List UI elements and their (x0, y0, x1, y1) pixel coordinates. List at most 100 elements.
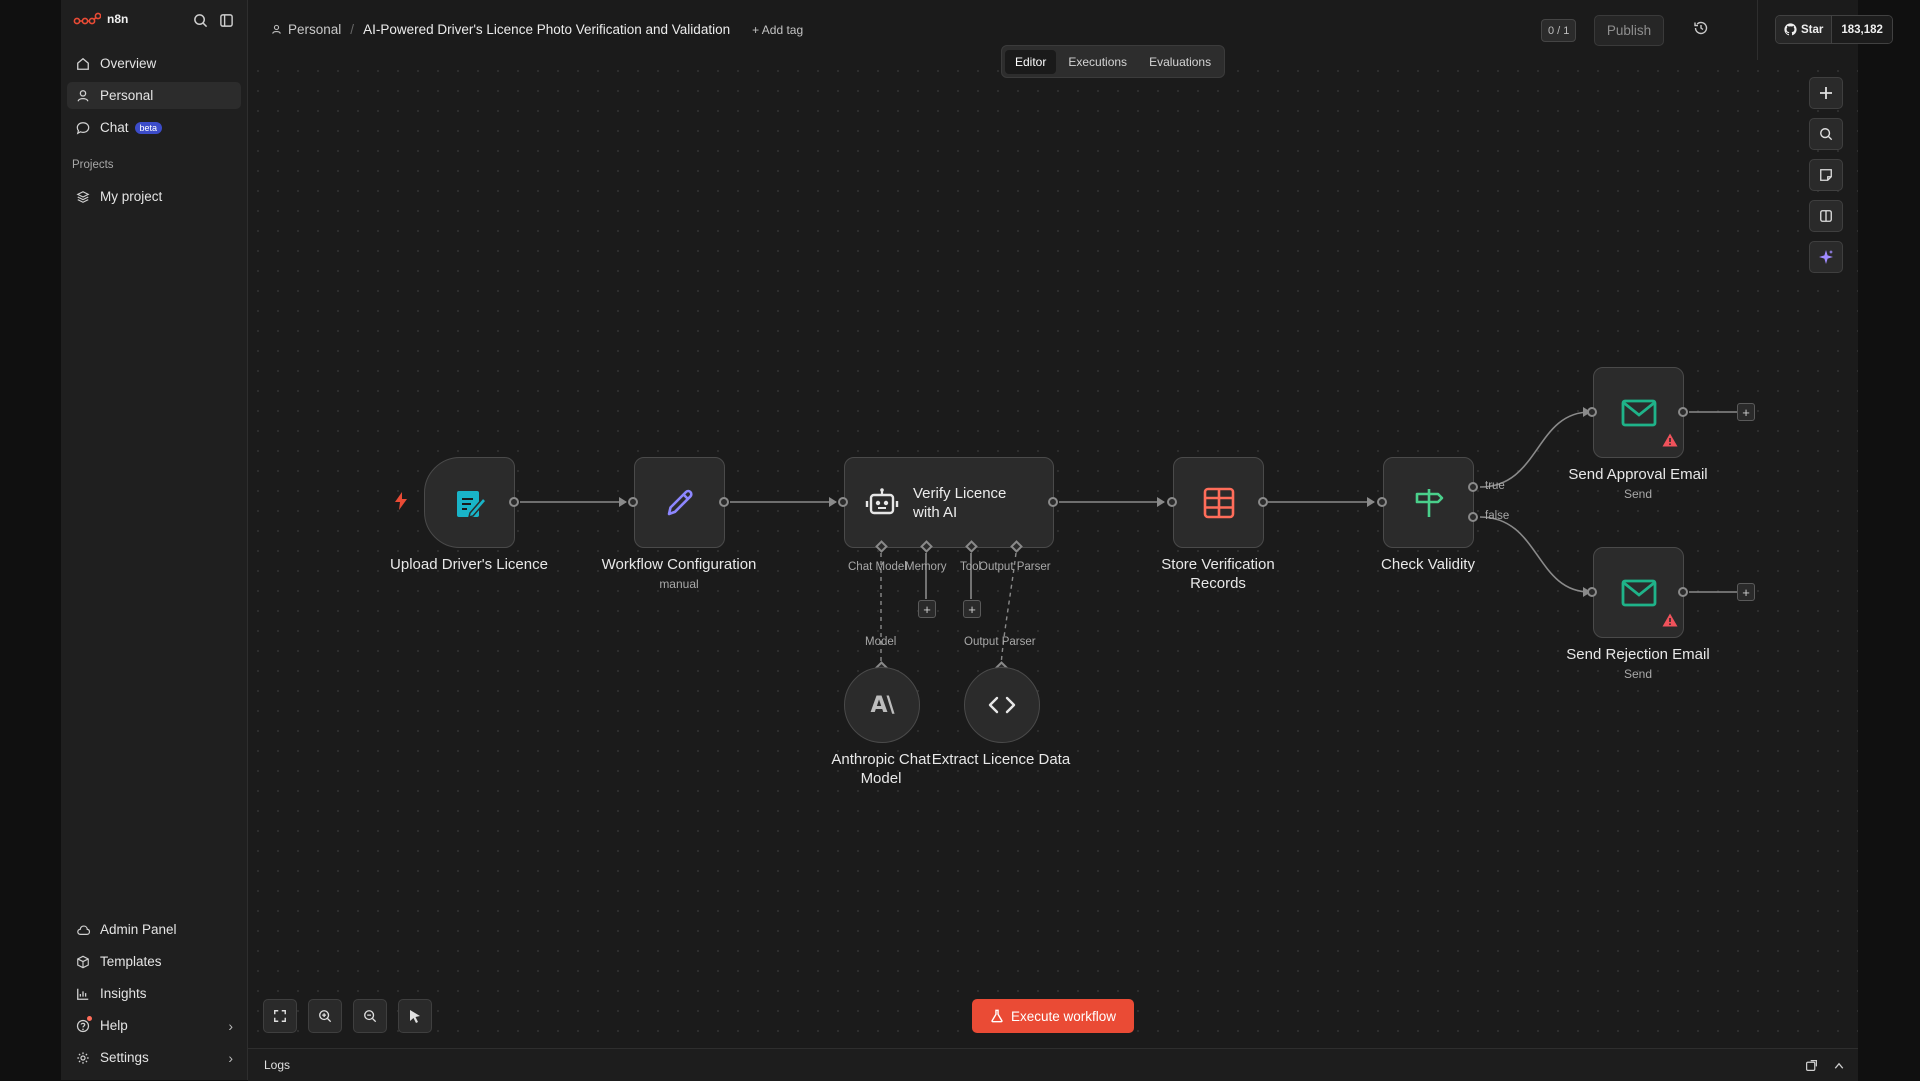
node-workflow-configuration[interactable] (634, 457, 725, 548)
output-port-true[interactable] (1468, 482, 1478, 492)
input-port[interactable] (838, 497, 848, 507)
toggle-panel-button[interactable] (1809, 200, 1843, 232)
sidebar-item-overview[interactable]: Overview (67, 50, 241, 77)
notification-dot (87, 1015, 92, 1021)
add-node-tool-button[interactable] (1809, 77, 1843, 109)
node-label-line2: Records (1190, 575, 1246, 592)
sidebar-item-label: Overview (100, 56, 157, 71)
execute-workflow-label: Execute workflow (1010, 1008, 1117, 1024)
sidebar: n8n Overview Personal Chat beta Projects… (61, 0, 248, 1080)
node-label: Store Verification Records (1118, 555, 1318, 593)
node-label-line2: with AI (913, 503, 958, 521)
output-port[interactable] (1678, 587, 1688, 597)
sidebar-item-personal[interactable]: Personal (67, 82, 241, 109)
fit-view-button[interactable] (263, 999, 297, 1033)
sub-port-label: Output Parser (964, 636, 1036, 648)
logs-label: Logs (264, 1058, 291, 1072)
warning-icon[interactable] (1662, 613, 1678, 627)
node-extract-licence-data[interactable] (964, 667, 1040, 743)
breadcrumb-separator: / (350, 22, 355, 37)
output-port[interactable] (719, 497, 729, 507)
sidebar-item-label: Admin Panel (100, 922, 177, 937)
sub-port-label: Output Parser (979, 561, 1051, 573)
history-icon[interactable] (1693, 20, 1709, 41)
add-node-button[interactable]: + (1737, 403, 1755, 421)
sidebar-item-chat[interactable]: Chat beta (67, 114, 241, 141)
sidebar-item-settings[interactable]: Settings › (67, 1044, 241, 1071)
sidebar-item-templates[interactable]: Templates (67, 948, 241, 975)
layers-icon (75, 189, 91, 205)
node-subtitle: manual (659, 577, 699, 591)
node-label-line1: Store Verification (1161, 556, 1275, 573)
output-port[interactable] (1678, 407, 1688, 417)
search-nodes-button[interactable] (1809, 118, 1843, 150)
add-tool-button[interactable]: + (963, 600, 981, 618)
trigger-bolt-icon (395, 492, 407, 510)
input-port[interactable] (1377, 497, 1387, 507)
zoom-out-button[interactable] (353, 999, 387, 1033)
publish-button[interactable]: Publish (1594, 15, 1664, 46)
sub-port-label: Memory (905, 561, 947, 573)
add-memory-button[interactable]: + (918, 600, 936, 618)
node-subtitle: Send (1623, 487, 1653, 501)
sidebar-item-insights[interactable]: Insights (67, 980, 241, 1007)
branch-label-true: true (1485, 480, 1505, 492)
output-port[interactable] (1048, 497, 1058, 507)
output-port[interactable] (509, 497, 519, 507)
workflow-name[interactable]: AI-Powered Driver's Licence Photo Verifi… (363, 22, 730, 37)
n8n-logo[interactable]: n8n (73, 12, 128, 26)
input-port[interactable] (628, 497, 638, 507)
search-icon[interactable] (191, 11, 209, 29)
warning-icon[interactable] (1662, 433, 1678, 447)
input-port[interactable] (1167, 497, 1177, 507)
execute-workflow-button[interactable]: Execute workflow (972, 999, 1134, 1033)
sidebar-item-my-project[interactable]: My project (67, 183, 241, 210)
input-port[interactable] (1587, 407, 1597, 417)
node-store-verification-records[interactable] (1173, 457, 1264, 548)
github-star[interactable]: Star (1776, 16, 1833, 43)
add-tag-button[interactable]: + Add tag (752, 23, 803, 37)
chevron-right-icon: › (228, 1049, 233, 1066)
table-icon (1203, 487, 1234, 518)
node-verify-licence-with-ai[interactable]: Verify Licence with AI (844, 457, 1054, 548)
chevron-up-icon[interactable] (1833, 1060, 1845, 1072)
node-upload-drivers-licence[interactable] (424, 457, 515, 548)
sidebar-item-admin-panel[interactable]: Admin Panel (67, 916, 241, 943)
sticky-note-button[interactable] (1809, 159, 1843, 191)
node-send-rejection-email[interactable] (1593, 547, 1684, 638)
zoom-in-button[interactable] (308, 999, 342, 1033)
pop-out-icon[interactable] (1805, 1059, 1818, 1072)
node-label: Workflow Configuration (601, 556, 757, 573)
help-icon (75, 1015, 92, 1034)
output-port[interactable] (1258, 497, 1268, 507)
input-port[interactable] (1587, 587, 1597, 597)
ai-assistant-button[interactable] (1809, 241, 1843, 273)
node-anthropic-chat-model[interactable]: A\ (844, 667, 920, 743)
tidy-up-button[interactable] (398, 999, 432, 1033)
node-send-approval-email[interactable] (1593, 367, 1684, 458)
fit-view-icon (274, 1010, 286, 1022)
sparkle-icon (1819, 250, 1833, 264)
breadcrumb-project[interactable]: Personal (288, 22, 341, 37)
projects-heading: Projects (72, 159, 114, 171)
tab-editor[interactable]: Editor (1005, 49, 1057, 74)
github-star-count[interactable]: 183,182 (1832, 16, 1892, 43)
node-label: Upload Driver's Licence (390, 556, 548, 573)
collapse-sidebar-icon[interactable] (217, 11, 235, 29)
node-subtitle: Send (1623, 667, 1653, 681)
gear-icon (75, 1050, 91, 1066)
node-label-line2: Model (860, 770, 902, 787)
node-label: Check Validity (1381, 556, 1475, 573)
tab-evaluations[interactable]: Evaluations (1139, 50, 1221, 74)
output-port-false[interactable] (1468, 512, 1478, 522)
tab-executions[interactable]: Executions (1058, 50, 1137, 74)
sidebar-item-help[interactable]: Help › (67, 1012, 241, 1039)
add-node-button[interactable]: + (1737, 583, 1755, 601)
github-star-button[interactable]: Star 183,182 (1775, 15, 1893, 44)
sub-port-label: Model (865, 636, 897, 648)
sidebar-item-label: Help (100, 1018, 128, 1033)
logs-panel-bar[interactable]: Logs (248, 1048, 1858, 1081)
node-check-validity[interactable] (1383, 457, 1474, 548)
node-label: Send Rejection Email (1566, 646, 1710, 663)
node-label: Extract Licence Data (931, 751, 1071, 768)
